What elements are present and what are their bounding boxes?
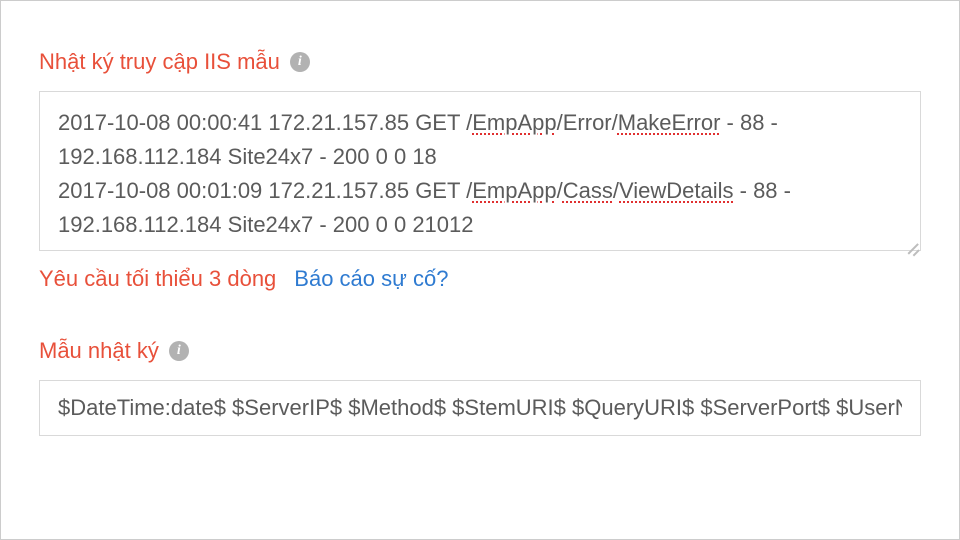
sample-log-textarea[interactable]	[39, 91, 921, 251]
sample-log-wrap: 2017-10-08 00:00:41 172.21.157.85 GET /E…	[39, 91, 921, 256]
pattern-label: Mẫu nhật ký i	[39, 338, 189, 364]
log-pattern-input[interactable]	[39, 380, 921, 436]
info-icon[interactable]: i	[169, 341, 189, 361]
sample-log-label-text: Nhật ký truy cập IIS mẫu	[39, 49, 280, 75]
hint-row: Yêu cầu tối thiểu 3 dòng Báo cáo sự cố?	[39, 266, 921, 292]
min-lines-error: Yêu cầu tối thiểu 3 dòng	[39, 266, 276, 292]
pattern-label-text: Mẫu nhật ký	[39, 338, 159, 364]
report-issue-link[interactable]: Báo cáo sự cố?	[294, 266, 448, 292]
sample-log-label: Nhật ký truy cập IIS mẫu i	[39, 49, 310, 75]
info-icon[interactable]: i	[290, 52, 310, 72]
